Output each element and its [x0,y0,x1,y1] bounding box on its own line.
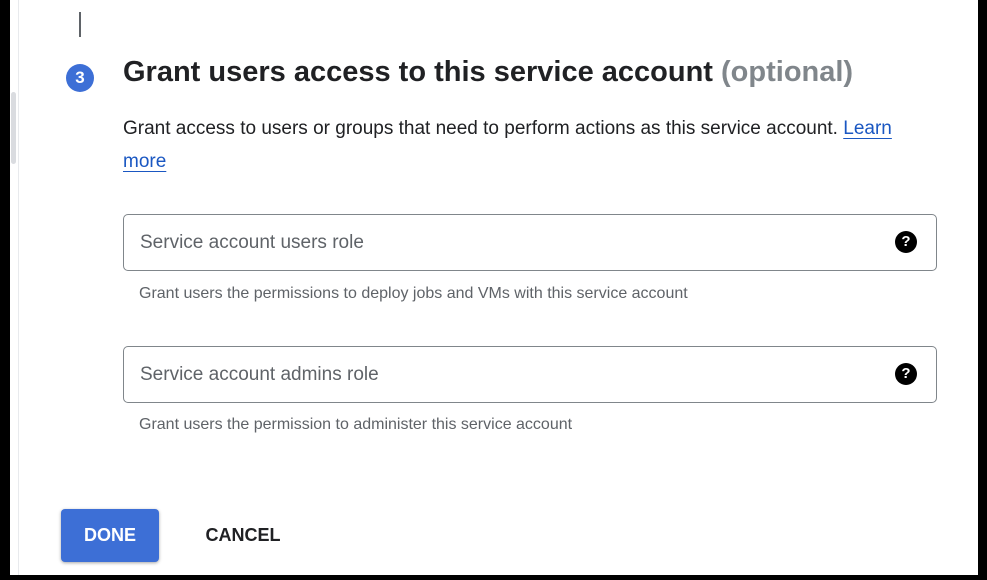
step-description-text: Grant access to users or groups that nee… [123,118,838,139]
scrollbar[interactable] [10,0,19,575]
cancel-button[interactable]: CANCEL [188,509,298,562]
service-account-admins-role-input[interactable]: Service account admins role ? [123,346,937,403]
step-description: Grant access to users or groups that nee… [123,112,913,178]
stepper-connector-line [79,12,81,37]
step-title-optional: (optional) [721,56,854,88]
field-hint: Grant users the permission to administer… [139,416,573,433]
scrollbar-thumb[interactable] [11,92,16,164]
step-title-text: Grant users access to this service accou… [123,56,713,88]
field-hint: Grant users the permissions to deploy jo… [139,285,688,302]
help-circle-icon[interactable]: ? [895,231,917,253]
help-circle-icon[interactable]: ? [895,363,917,385]
field-label: Service account admins role [140,364,379,385]
step-number-badge: 3 [66,64,94,92]
done-button[interactable]: DONE [61,509,159,562]
dialog-panel: 3 Grant users access to this service acc… [10,0,978,575]
field-label: Service account users role [140,232,364,253]
step-title: Grant users access to this service accou… [123,56,853,89]
service-account-users-role-input[interactable]: Service account users role ? [123,214,937,271]
